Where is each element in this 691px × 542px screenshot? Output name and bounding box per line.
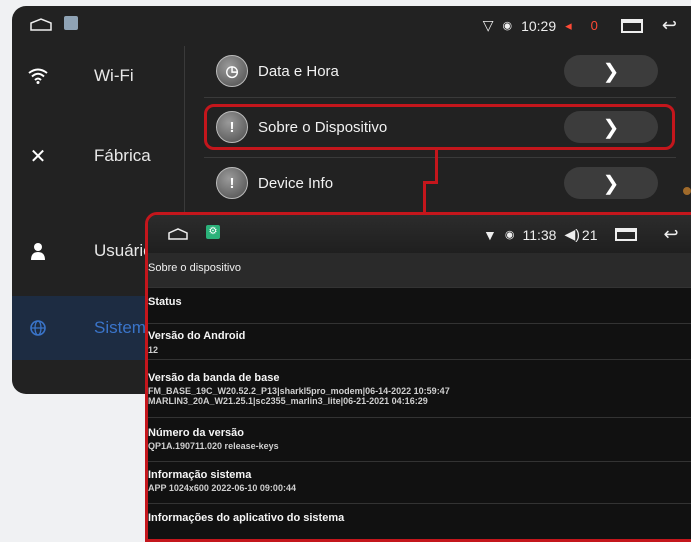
info-title: Versão do Android xyxy=(148,330,246,342)
user-icon xyxy=(26,239,50,263)
info-row-baseband[interactable]: Versão da banda de base FM_BASE_19C_W20.… xyxy=(148,359,691,418)
info-row-system-apps[interactable]: Informações do aplicativo do sistema xyxy=(148,503,691,539)
recent-apps-icon[interactable] xyxy=(620,18,643,33)
wifi-icon xyxy=(26,64,50,88)
clock-time: 10:29 xyxy=(521,17,557,34)
chevron-right-icon[interactable]: ❯ xyxy=(564,55,658,87)
clock-time: 11:38 xyxy=(522,226,557,243)
info-row-status[interactable]: Status xyxy=(148,287,691,324)
volume-value: 0 xyxy=(590,18,598,33)
app-icon[interactable] xyxy=(64,16,78,30)
menu-row-data-hora[interactable]: ◷ Data e Hora ❯ xyxy=(204,49,676,93)
info-row-build-number[interactable]: Número da versão QP1A.190711.020 release… xyxy=(148,417,691,462)
home-icon[interactable] xyxy=(168,228,188,240)
location-icon: ◉ xyxy=(502,20,513,32)
recent-apps-icon[interactable] xyxy=(615,228,638,241)
settings-app-icon[interactable]: ⚙ xyxy=(206,225,220,239)
info-row-android-version[interactable]: Versão do Android 12 xyxy=(148,323,691,360)
info-title: Informações do aplicativo do sistema xyxy=(148,512,345,524)
chevron-right-icon[interactable]: ❯ xyxy=(564,167,658,199)
sidebar-item-fabrica[interactable]: ✕ Fábrica xyxy=(12,106,184,206)
connector-line xyxy=(435,150,438,184)
divider xyxy=(204,97,676,98)
info-value: MARLIN3_20A_W21.25.1|sc2355_marlin3_lite… xyxy=(148,396,428,406)
divider xyxy=(204,157,676,158)
info-title: Status xyxy=(148,296,182,308)
sidebar-item-wifi[interactable]: Wi-Fi xyxy=(12,46,184,106)
location-icon: ◉ xyxy=(504,229,515,241)
indicator-dot xyxy=(683,187,691,195)
info-value: 12 xyxy=(148,345,159,355)
sidebar-item-label: Usuário xyxy=(94,241,153,260)
info-title: Informação sistema xyxy=(148,469,252,481)
volume-value: 21 xyxy=(581,226,598,243)
clock-icon: ◷ xyxy=(216,55,248,87)
info-row-system-info[interactable]: Informação sistema APP 1024x600 2022-06-… xyxy=(148,461,691,504)
about-device-screen: ⚙ ▼ ◉ 11:38 ◀) 21 ↩ Sobre o dispositivo … xyxy=(145,212,691,542)
volume-icon: ◀) xyxy=(564,226,580,242)
back-icon[interactable]: ↩ xyxy=(663,224,678,245)
wifi-status-icon: ▼ xyxy=(483,226,497,243)
wifi-status-icon: ▽ xyxy=(482,17,494,33)
info-icon: ! xyxy=(216,167,248,199)
status-bar: ▽ ◉ 10:29 ◂ 0 ↩ xyxy=(12,6,691,44)
page-title: Sobre o dispositivo xyxy=(148,262,241,274)
menu-label: Device Info xyxy=(258,174,334,192)
status-bar: ⚙ ▼ ◉ 11:38 ◀) 21 ↩ xyxy=(148,215,691,253)
info-title: Número da versão xyxy=(148,427,244,439)
back-icon[interactable]: ↩ xyxy=(662,15,677,36)
menu-label: Data e Hora xyxy=(258,62,339,80)
tools-icon: ✕ xyxy=(29,145,47,168)
menu-row-device-info[interactable]: ! Device Info ❯ xyxy=(204,161,676,205)
home-icon[interactable] xyxy=(30,18,52,31)
info-value: APP 1024x600 2022-06-10 09:00:44 xyxy=(148,483,296,493)
highlight-frame xyxy=(204,104,675,150)
connector-line xyxy=(423,181,426,214)
info-value: QP1A.190711.020 release-keys xyxy=(148,441,279,451)
sidebar-item-label: Fábrica xyxy=(94,146,151,165)
mute-icon: ◂ xyxy=(565,17,572,33)
globe-icon xyxy=(26,316,50,340)
sidebar-item-label: Wi-Fi xyxy=(94,66,134,85)
info-title: Versão da banda de base xyxy=(148,372,280,384)
